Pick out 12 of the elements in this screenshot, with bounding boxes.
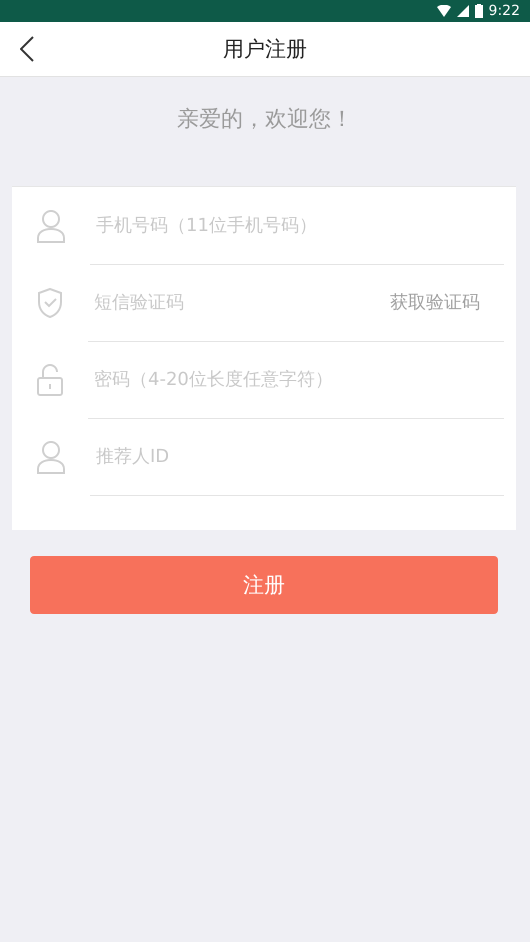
battery-icon (474, 4, 483, 18)
get-code-button[interactable]: 获取验证码 (390, 290, 504, 314)
shield-icon (36, 286, 64, 318)
signal-icon (456, 5, 469, 17)
greeting-text: 亲爱的，欢迎您！ (177, 106, 353, 134)
status-time: 9:22 (488, 3, 520, 19)
wifi-icon (436, 5, 451, 17)
person-icon (36, 440, 66, 474)
person-icon (36, 208, 66, 242)
register-button[interactable]: 注册 (30, 556, 498, 614)
page-title: 用户注册 (223, 36, 307, 63)
unlocked-padlock-icon (36, 362, 64, 396)
